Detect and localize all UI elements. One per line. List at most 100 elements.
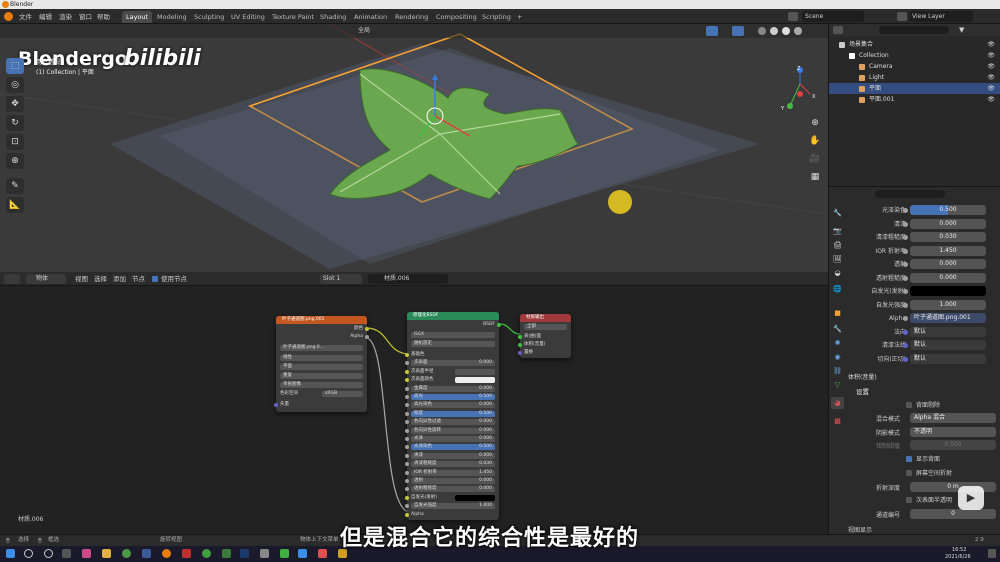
gizmo-z-label[interactable]: Z (797, 66, 800, 72)
visibility-eye-icon[interactable]: 👁 (987, 72, 995, 83)
property-field[interactable]: 0.000 (910, 259, 986, 269)
scale-tool[interactable]: ⊡ (6, 134, 24, 150)
tab-layout[interactable]: Layout (122, 11, 153, 23)
gizmo-y-label[interactable]: Y (781, 106, 784, 112)
input-socket-icon[interactable] (903, 343, 908, 348)
bsdf-input-socket[interactable] (405, 437, 409, 441)
bsdf-input-field[interactable]: 糙度 0.500 (411, 410, 495, 417)
view-layer-selector[interactable]: View Layer (909, 11, 973, 22)
3d-viewport[interactable]: 全局 Blendergo bilibili 用户透视 (1) Collectio… (0, 24, 828, 272)
property-field[interactable]: 默认 (910, 340, 986, 350)
video-play-icon[interactable]: ▶ (958, 486, 984, 510)
bsdf-input-field[interactable]: 自发光强度 1.000 (411, 503, 495, 510)
bsdf-input-field[interactable]: 透射粗糙度 0.000 (411, 486, 495, 493)
wireframe-shading-icon[interactable] (758, 27, 766, 35)
modifier-tab-icon[interactable]: 🔧 (831, 323, 844, 335)
tab-animation[interactable]: Animation (350, 11, 391, 23)
particles-tab-icon[interactable]: ✺ (831, 337, 844, 349)
alpha-socket[interactable] (365, 335, 369, 339)
material-shading-icon[interactable] (782, 27, 790, 35)
constraints-tab-icon[interactable]: ⛓ (831, 365, 844, 377)
select-box-tool[interactable]: ⬚ (6, 58, 24, 74)
app-icon-2[interactable] (142, 549, 151, 558)
backface-culling-checkbox[interactable] (906, 402, 912, 408)
bsdf-input-socket[interactable] (405, 512, 409, 517)
bsdf-input-socket[interactable] (405, 462, 409, 467)
output-tab-icon[interactable]: 🖨 (831, 239, 844, 251)
app-icon-8[interactable] (318, 549, 327, 558)
outliner-item[interactable]: Collection 👁 (829, 50, 1000, 61)
volume-socket[interactable] (518, 343, 522, 347)
property-field[interactable]: 0.000 (910, 272, 986, 283)
property-field[interactable] (910, 286, 986, 296)
display-mode-icon[interactable] (833, 26, 843, 34)
scene-selector[interactable]: Scene (802, 11, 864, 22)
shader-node-editor[interactable]: 物体 视图 选择 添加 节点 使用节点 Slot 1 材质.006 叶子通道图.… (0, 272, 828, 534)
zoom-icon[interactable]: ⊕ (808, 116, 822, 130)
subsurface-radius-dropdown[interactable] (455, 368, 495, 375)
input-socket-icon[interactable] (903, 275, 908, 281)
scene-icon[interactable] (788, 12, 798, 21)
material-output-node[interactable]: 材质输出 全部 表(曲)面 体积(音量) 置换 (518, 314, 571, 358)
output-node-title[interactable]: 材质输出 (520, 314, 571, 322)
input-socket-icon[interactable] (903, 329, 908, 335)
transform-tool[interactable]: ⊕ (6, 153, 24, 169)
tab-uv-editing[interactable]: UV Editing (227, 11, 269, 23)
annotate-tool[interactable]: ✎ (6, 178, 24, 194)
world-tab-icon[interactable]: 🌐 (831, 283, 844, 295)
input-socket-icon[interactable] (903, 302, 908, 308)
tab-sculpting[interactable]: Sculpting (190, 11, 228, 23)
gizmo-toggle-icon[interactable] (706, 26, 718, 36)
sss-method-select[interactable]: 随机游走 (411, 341, 495, 347)
view-layer-tab-icon[interactable]: 🖼 (831, 253, 844, 265)
color-swatch[interactable] (455, 494, 495, 501)
bsdf-input-socket[interactable] (405, 495, 409, 500)
shadow-mode-select[interactable]: 不透明 (910, 427, 996, 437)
principled-bsdf-node[interactable]: 原理化BSDF BSDF GGX 随机游走 基础色 次表面 0.000 次表面半径 次表… (405, 312, 501, 520)
menu-file[interactable]: 文件 (19, 12, 32, 22)
wechat-icon[interactable] (280, 549, 289, 558)
surface-socket[interactable] (518, 335, 522, 339)
blend-mode-select[interactable]: Alpha 混合 (910, 413, 996, 423)
outliner-panel[interactable]: ▼ 场景集合 👁 Collection 👁 Camera 👁 Light 👁 平面 👁 平面.001… (828, 24, 1000, 186)
bsdf-input-socket[interactable] (405, 386, 409, 391)
tool-tab-icon[interactable]: 🔧 (831, 207, 844, 219)
property-field[interactable]: 0.030 (910, 232, 986, 242)
bsdf-input-socket[interactable] (405, 395, 409, 399)
property-field[interactable]: 默认 (910, 353, 986, 364)
file-explorer-icon[interactable] (102, 549, 111, 558)
cursor-tool[interactable]: ◎ (6, 77, 24, 93)
overlay-toggle-icon[interactable] (732, 26, 744, 36)
bsdf-input-field[interactable]: 光泽染色 0.500 (411, 444, 495, 451)
settings-section-header[interactable]: 设置 (856, 386, 869, 396)
tab-compositing[interactable]: Compositing (432, 11, 481, 23)
vector-socket[interactable] (274, 403, 278, 407)
app-icon-7[interactable] (298, 549, 307, 558)
image-datablock-field[interactable]: 叶子通道图.png.0... (280, 345, 363, 351)
bsdf-input-field[interactable]: 金属度 0.000 (411, 385, 495, 392)
outliner-item[interactable]: Light 👁 (829, 72, 1000, 83)
show-backface-checkbox[interactable] (906, 456, 912, 462)
visibility-eye-icon[interactable]: 👁 (987, 83, 995, 94)
volume-section-header[interactable]: 体积(音量) (848, 372, 877, 381)
tab-scripting[interactable]: Scripting (478, 11, 515, 23)
app-icon-1[interactable] (82, 549, 91, 558)
bsdf-input-field[interactable]: IOR 折射率 1.450 (411, 469, 495, 476)
view-layer-icon[interactable] (897, 12, 907, 21)
input-socket-icon[interactable] (903, 208, 908, 213)
input-socket-icon[interactable] (903, 221, 908, 227)
rendered-shading-icon[interactable] (794, 27, 802, 35)
photoshop-icon[interactable] (240, 549, 249, 558)
gizmo-x-label[interactable]: X (812, 94, 815, 100)
bsdf-input-field[interactable]: 光泽 0.000 (411, 436, 495, 442)
properties-search-input[interactable] (875, 190, 945, 198)
cortana-icon[interactable] (44, 549, 53, 558)
bsdf-input-socket[interactable] (405, 361, 409, 366)
output-target-select[interactable]: 全部 (524, 324, 567, 330)
filter-icon[interactable]: ▼ (959, 26, 967, 34)
outliner-item[interactable]: Camera 👁 (829, 61, 1000, 72)
app-icon-6[interactable] (260, 549, 269, 558)
move-tool[interactable]: ✥ (6, 96, 24, 112)
property-field[interactable]: 叶子通道图.png.001 (910, 313, 986, 323)
visibility-eye-icon[interactable]: 👁 (987, 50, 995, 61)
